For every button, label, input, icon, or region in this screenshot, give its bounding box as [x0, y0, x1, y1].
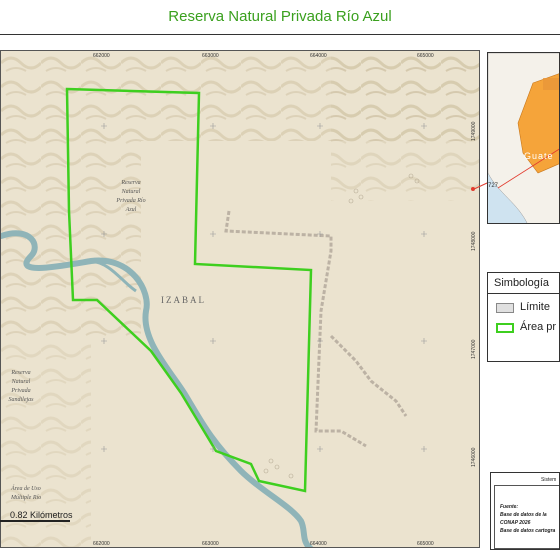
locator-inset-map[interactable]: Guate 727 — [487, 52, 560, 224]
x-tick-top-2: 663000 — [202, 53, 219, 59]
reserve-label-line: Privada Río — [116, 198, 146, 204]
info-title: Sistem — [541, 477, 557, 483]
title-divider — [0, 34, 560, 35]
legend-label-area: Área pr — [520, 321, 557, 333]
inset-road-label: 727 — [488, 183, 499, 189]
x-tick-bottom-1: 662000 — [93, 541, 110, 547]
y-tick-right-3: 1747000 — [471, 339, 477, 359]
main-map[interactable]: 662000 663000 664000 665000 662000 66300… — [0, 50, 480, 548]
legend: Simbología Límite Área pr — [487, 272, 560, 362]
x-tick-top-4: 665000 — [417, 53, 434, 59]
legend-divider — [488, 293, 559, 294]
x-tick-bottom-4: 665000 — [417, 541, 434, 547]
x-tick-top-1: 662000 — [93, 53, 110, 59]
info-panel: Sistem Fuente: Base de datos de la CONAP… — [490, 472, 560, 550]
y-tick-right-4: 1746000 — [471, 447, 477, 467]
other-reserve-label-line: Privada — [11, 388, 31, 394]
legend-swatch-area — [496, 323, 514, 333]
other-reserve-label-line: Reserva — [11, 370, 31, 376]
scale-label: 0.82 Kilómetros — [10, 510, 73, 520]
reserve-label-line: Natural — [121, 189, 141, 195]
other-reserve-label-line: Sandilejas — [8, 397, 34, 403]
x-tick-bottom-2: 663000 — [202, 541, 219, 547]
reserve-label: Reserva Natural Privada Río Azul — [101, 179, 161, 215]
info-line: CONAP 2026 — [500, 520, 531, 526]
info-line: Fuente: — [500, 504, 519, 510]
multiuse-label: Área de Uso Múltiple Río — [11, 485, 41, 503]
map-title: Reserva Natural Privada Río Azul — [168, 8, 392, 25]
reserve-label-line: Reserva — [121, 180, 141, 186]
inset-canvas — [488, 53, 559, 223]
info-line: Base de datos cartogra — [500, 528, 556, 534]
x-tick-top-3: 664000 — [310, 53, 327, 59]
hill-shade-northeast — [331, 51, 479, 201]
reserve-label-line: Azul — [125, 207, 137, 213]
legend-label-limit: Límite — [520, 301, 550, 313]
y-tick-right-1: 1749000 — [471, 121, 477, 141]
info-line: Base de datos de la — [500, 512, 547, 518]
inset-country-label: Guate — [524, 151, 554, 161]
multiuse-label-line: Área de Uso — [11, 486, 41, 492]
region-label: IZABAL — [161, 295, 206, 305]
scale-bar — [0, 520, 70, 522]
multiuse-label-line: Múltiple Río — [11, 495, 42, 501]
y-tick-right-2: 1748000 — [471, 231, 477, 251]
legend-title: Simbología — [494, 277, 550, 289]
other-reserve-label-line: Natural — [11, 379, 31, 385]
info-box: Fuente: Base de datos de la CONAP 2026 B… — [494, 485, 559, 549]
legend-swatch-limit — [496, 303, 514, 313]
other-reserve-label: Reserva Natural Privada Sandilejas — [1, 369, 41, 405]
x-tick-bottom-3: 664000 — [310, 541, 327, 547]
map-canvas — [1, 51, 479, 547]
